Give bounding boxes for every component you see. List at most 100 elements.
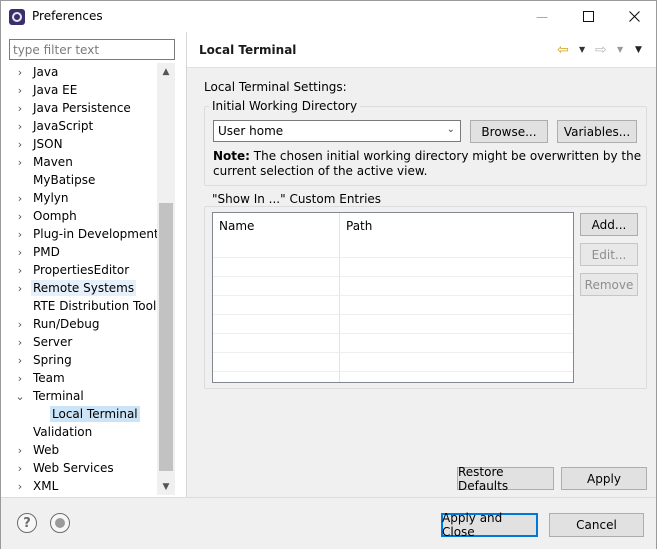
filter-input[interactable]	[9, 39, 175, 60]
tree-item-label: Java EE	[33, 83, 78, 97]
table-row	[213, 276, 573, 277]
edit-entry-button[interactable]: Edit...	[580, 243, 638, 266]
tree-item-rte-distribution-tool[interactable]: RTE Distribution Tool	[9, 297, 159, 315]
collapsed-chevron-icon[interactable]: ›	[15, 459, 25, 477]
tree-item-java-ee[interactable]: › Java EE	[9, 81, 159, 99]
tree-item-run-debug[interactable]: › Run/Debug	[9, 315, 159, 333]
tree-item-javascript[interactable]: › JavaScript	[9, 117, 159, 135]
tree-item-label: Web Services	[33, 461, 114, 475]
collapsed-chevron-icon[interactable]: ›	[15, 279, 25, 297]
back-arrow-icon[interactable]: ⇦	[557, 42, 569, 58]
tree-item-local-terminal[interactable]: Local Terminal	[9, 405, 159, 423]
collapsed-chevron-icon[interactable]: ›	[15, 333, 25, 351]
tree-item-validation[interactable]: Validation	[9, 423, 159, 441]
scroll-up-icon[interactable]: ▲	[157, 63, 175, 80]
note-prefix: Note:	[213, 149, 250, 163]
maximize-button[interactable]	[565, 1, 611, 32]
collapsed-chevron-icon[interactable]: ›	[15, 243, 25, 261]
scrollbar-thumb[interactable]	[159, 203, 173, 471]
help-icon[interactable]: ?	[17, 513, 37, 533]
table-row	[213, 352, 573, 353]
collapsed-chevron-icon[interactable]: ›	[15, 99, 25, 117]
tree-item-java[interactable]: › Java	[9, 63, 159, 81]
tree-item-remote-systems[interactable]: › Remote Systems	[9, 279, 159, 297]
table-row	[213, 295, 573, 296]
expanded-chevron-icon[interactable]: ⌄	[15, 387, 25, 405]
forward-arrow-icon[interactable]: ⇨	[595, 42, 607, 58]
tree-item-terminal[interactable]: ⌄ Terminal	[9, 387, 159, 405]
tree-item-team[interactable]: › Team	[9, 369, 159, 387]
add-entry-button[interactable]: Add...	[580, 213, 638, 236]
tree-item-maven[interactable]: › Maven	[9, 153, 159, 171]
remove-entry-button[interactable]: Remove	[580, 273, 638, 296]
chevron-down-icon: ⌄	[446, 124, 455, 135]
tree-item-propertieseditor[interactable]: › PropertiesEditor	[9, 261, 159, 279]
restore-defaults-button[interactable]: Restore Defaults	[457, 465, 554, 493]
tree-item-label: Validation	[33, 425, 93, 439]
collapsed-chevron-icon[interactable]: ›	[15, 225, 25, 243]
tree-item-label: PMD	[33, 245, 60, 259]
tree-item-spring[interactable]: › Spring	[9, 351, 159, 369]
variables-button[interactable]: Variables...	[557, 120, 637, 143]
tree-item-label: XML	[33, 479, 59, 493]
collapsed-chevron-icon[interactable]: ›	[15, 81, 25, 99]
table-header: Name Path	[213, 213, 573, 239]
tree-item-label: Maven	[33, 155, 73, 169]
column-header-path[interactable]: Path	[340, 213, 573, 239]
tree-item-web[interactable]: › Web	[9, 441, 159, 459]
table-row	[213, 371, 573, 372]
preference-page: Local Terminal ⇦ ▼ ⇨ ▼ ▼ Local Terminal …	[187, 32, 656, 497]
tree-item-plug-in-development[interactable]: › Plug-in Development	[9, 225, 159, 243]
collapsed-chevron-icon[interactable]: ›	[15, 135, 25, 153]
column-separator	[339, 213, 340, 382]
tree-item-label: Run/Debug	[33, 317, 100, 331]
tree-item-mybatipse[interactable]: MyBatipse	[9, 171, 159, 189]
minimize-button[interactable]: —	[519, 1, 565, 32]
tree-item-label: JSON	[33, 137, 63, 151]
tree-item-label: Java Persistence	[33, 101, 131, 115]
working-directory-combo[interactable]: User home ⌄	[213, 120, 461, 142]
tree-item-mylyn[interactable]: › Mylyn	[9, 189, 159, 207]
tree-item-web-services[interactable]: › Web Services	[9, 459, 159, 477]
column-header-name[interactable]: Name	[213, 213, 340, 239]
forward-dropdown-icon[interactable]: ▼	[617, 45, 623, 54]
cancel-button[interactable]: Cancel	[549, 513, 644, 537]
tree-item-label: RTE Distribution Tool	[33, 299, 157, 313]
tree-item-oomph[interactable]: › Oomph	[9, 207, 159, 225]
tree-item-label: Terminal	[33, 389, 84, 403]
collapsed-chevron-icon[interactable]: ›	[15, 441, 25, 459]
back-dropdown-icon[interactable]: ▼	[579, 45, 585, 54]
collapsed-chevron-icon[interactable]: ›	[15, 261, 25, 279]
collapsed-chevron-icon[interactable]: ›	[15, 369, 25, 387]
title-bar: Preferences —	[1, 1, 656, 32]
close-button[interactable]	[611, 1, 657, 32]
view-menu-icon[interactable]: ▼	[635, 45, 642, 55]
tree-item-label: JavaScript	[33, 119, 94, 133]
table-row	[213, 257, 573, 258]
collapsed-chevron-icon[interactable]: ›	[15, 351, 25, 369]
table-row	[213, 314, 573, 315]
tree-item-server[interactable]: › Server	[9, 333, 159, 351]
import-export-icon[interactable]	[50, 513, 70, 533]
collapsed-chevron-icon[interactable]: ›	[15, 117, 25, 135]
tree-item-pmd[interactable]: › PMD	[9, 243, 159, 261]
tree-item-label: Spring	[33, 353, 72, 367]
collapsed-chevron-icon[interactable]: ›	[15, 189, 25, 207]
custom-entries-group-title: "Show In ..." Custom Entries	[209, 192, 385, 206]
tree-scrollbar[interactable]: ▲ ▼	[157, 63, 175, 495]
apply-button[interactable]: Apply	[561, 467, 647, 490]
collapsed-chevron-icon[interactable]: ›	[15, 207, 25, 225]
collapsed-chevron-icon[interactable]: ›	[15, 153, 25, 171]
browse-button[interactable]: Browse...	[470, 120, 548, 143]
preference-tree[interactable]: › Java › Java EE › Java Persistence › JavaScrip…	[9, 63, 175, 495]
tree-item-java-persistence[interactable]: › Java Persistence	[9, 99, 159, 117]
custom-entries-table[interactable]: Name Path	[212, 212, 574, 383]
tree-item-json[interactable]: › JSON	[9, 135, 159, 153]
collapsed-chevron-icon[interactable]: ›	[15, 63, 25, 81]
collapsed-chevron-icon[interactable]: ›	[15, 315, 25, 333]
apply-and-close-button[interactable]: Apply and Close	[441, 511, 538, 539]
collapsed-chevron-icon[interactable]: ›	[15, 477, 25, 495]
scroll-down-icon[interactable]: ▼	[157, 478, 175, 495]
maximize-icon	[582, 11, 594, 22]
tree-item-xml[interactable]: › XML	[9, 477, 159, 495]
